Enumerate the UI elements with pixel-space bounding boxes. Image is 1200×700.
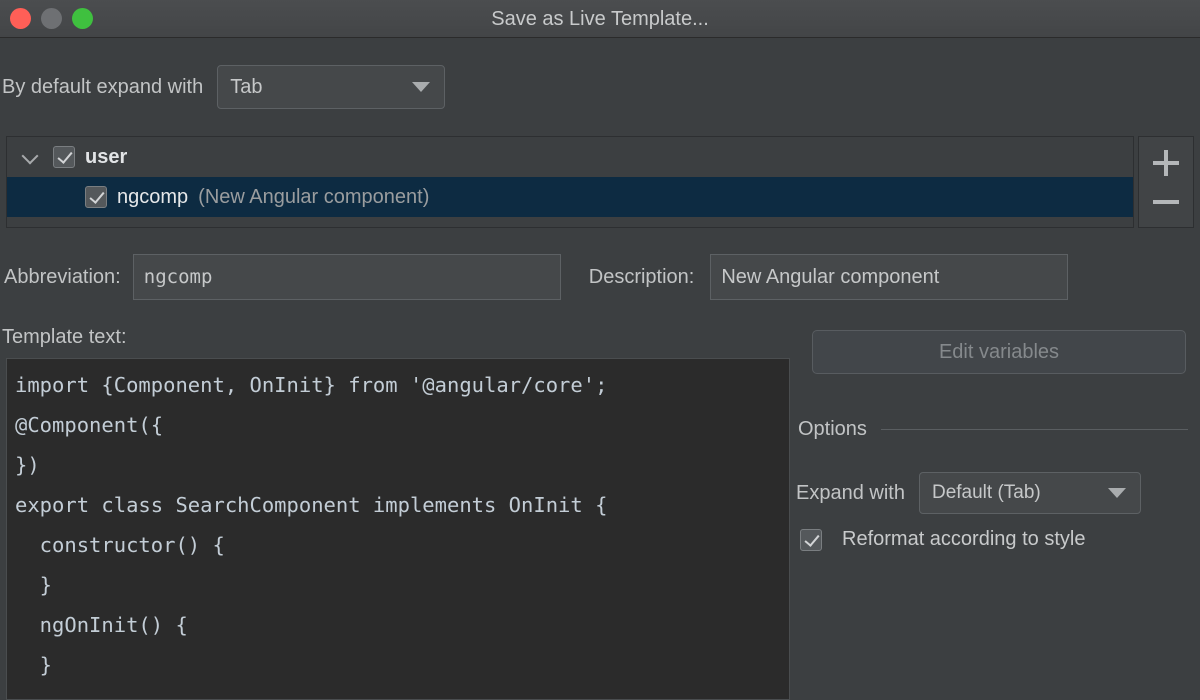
tree-item-row[interactable]: ngcomp (New Angular component) (7, 177, 1133, 217)
options-divider (881, 429, 1188, 430)
close-button[interactable] (10, 8, 31, 29)
code-line: ngOnInit() { (15, 605, 789, 645)
window-controls (10, 8, 93, 29)
window-titlebar: Save as Live Template... (0, 0, 1200, 38)
code-line: import {Component, OnInit} from '@angula… (15, 365, 789, 405)
template-tree[interactable]: user ngcomp (New Angular component) (6, 136, 1134, 228)
code-line: }) (15, 445, 789, 485)
code-line: constructor() { (15, 525, 789, 565)
abbreviation-input[interactable]: ngcomp (133, 254, 561, 300)
template-text-editor[interactable]: import {Component, OnInit} from '@angula… (6, 358, 790, 700)
default-expand-row: By default expand with Tab (0, 60, 1200, 114)
chevron-down-icon[interactable] (21, 147, 41, 167)
minimize-button[interactable] (41, 8, 62, 29)
expand-with-label: Expand with (796, 482, 905, 505)
add-template-button[interactable] (1153, 150, 1179, 176)
tree-group-row[interactable]: user (7, 137, 1133, 177)
code-line: } (15, 645, 789, 685)
code-line: } (15, 565, 789, 605)
default-expand-value: Tab (218, 76, 262, 99)
description-label: Description: (589, 266, 695, 289)
expand-with-dropdown[interactable]: Default (Tab) (919, 472, 1141, 514)
abbreviation-label: Abbreviation: (4, 266, 121, 289)
tree-toolbar (1138, 136, 1194, 228)
default-expand-label: By default expand with (2, 76, 203, 99)
tree-item-checkbox[interactable] (85, 186, 107, 208)
code-line: export class SearchComponent implements … (15, 485, 789, 525)
template-tree-area: user ngcomp (New Angular component) (6, 136, 1194, 228)
tree-group-label: user (85, 146, 127, 169)
expand-with-value: Default (Tab) (920, 482, 1041, 504)
description-input[interactable]: New Angular component (710, 254, 1068, 300)
tree-item-description: (New Angular component) (198, 186, 429, 209)
edit-variables-button[interactable]: Edit variables (812, 330, 1186, 374)
tree-item-label: ngcomp (117, 186, 188, 209)
save-as-live-template-dialog: Save as Live Template... By default expa… (0, 0, 1200, 700)
tree-group-checkbox[interactable] (53, 146, 75, 168)
options-label: Options (798, 418, 867, 441)
reformat-row[interactable]: Reformat according to style (800, 528, 1085, 551)
reformat-checkbox[interactable] (800, 529, 822, 551)
template-text-label: Template text: (2, 326, 127, 349)
options-group-header: Options (798, 414, 1188, 444)
chevron-down-icon (412, 82, 430, 92)
window-title: Save as Live Template... (0, 0, 1200, 38)
chevron-down-icon (1108, 488, 1126, 498)
maximize-button[interactable] (72, 8, 93, 29)
code-line: @Component({ (15, 405, 789, 445)
template-meta-row: Abbreviation: ngcomp Description: New An… (0, 252, 1200, 302)
expand-with-row: Expand with Default (Tab) (796, 472, 1141, 514)
remove-template-button[interactable] (1153, 189, 1179, 215)
default-expand-dropdown[interactable]: Tab (217, 65, 445, 109)
reformat-label: Reformat according to style (842, 528, 1085, 551)
